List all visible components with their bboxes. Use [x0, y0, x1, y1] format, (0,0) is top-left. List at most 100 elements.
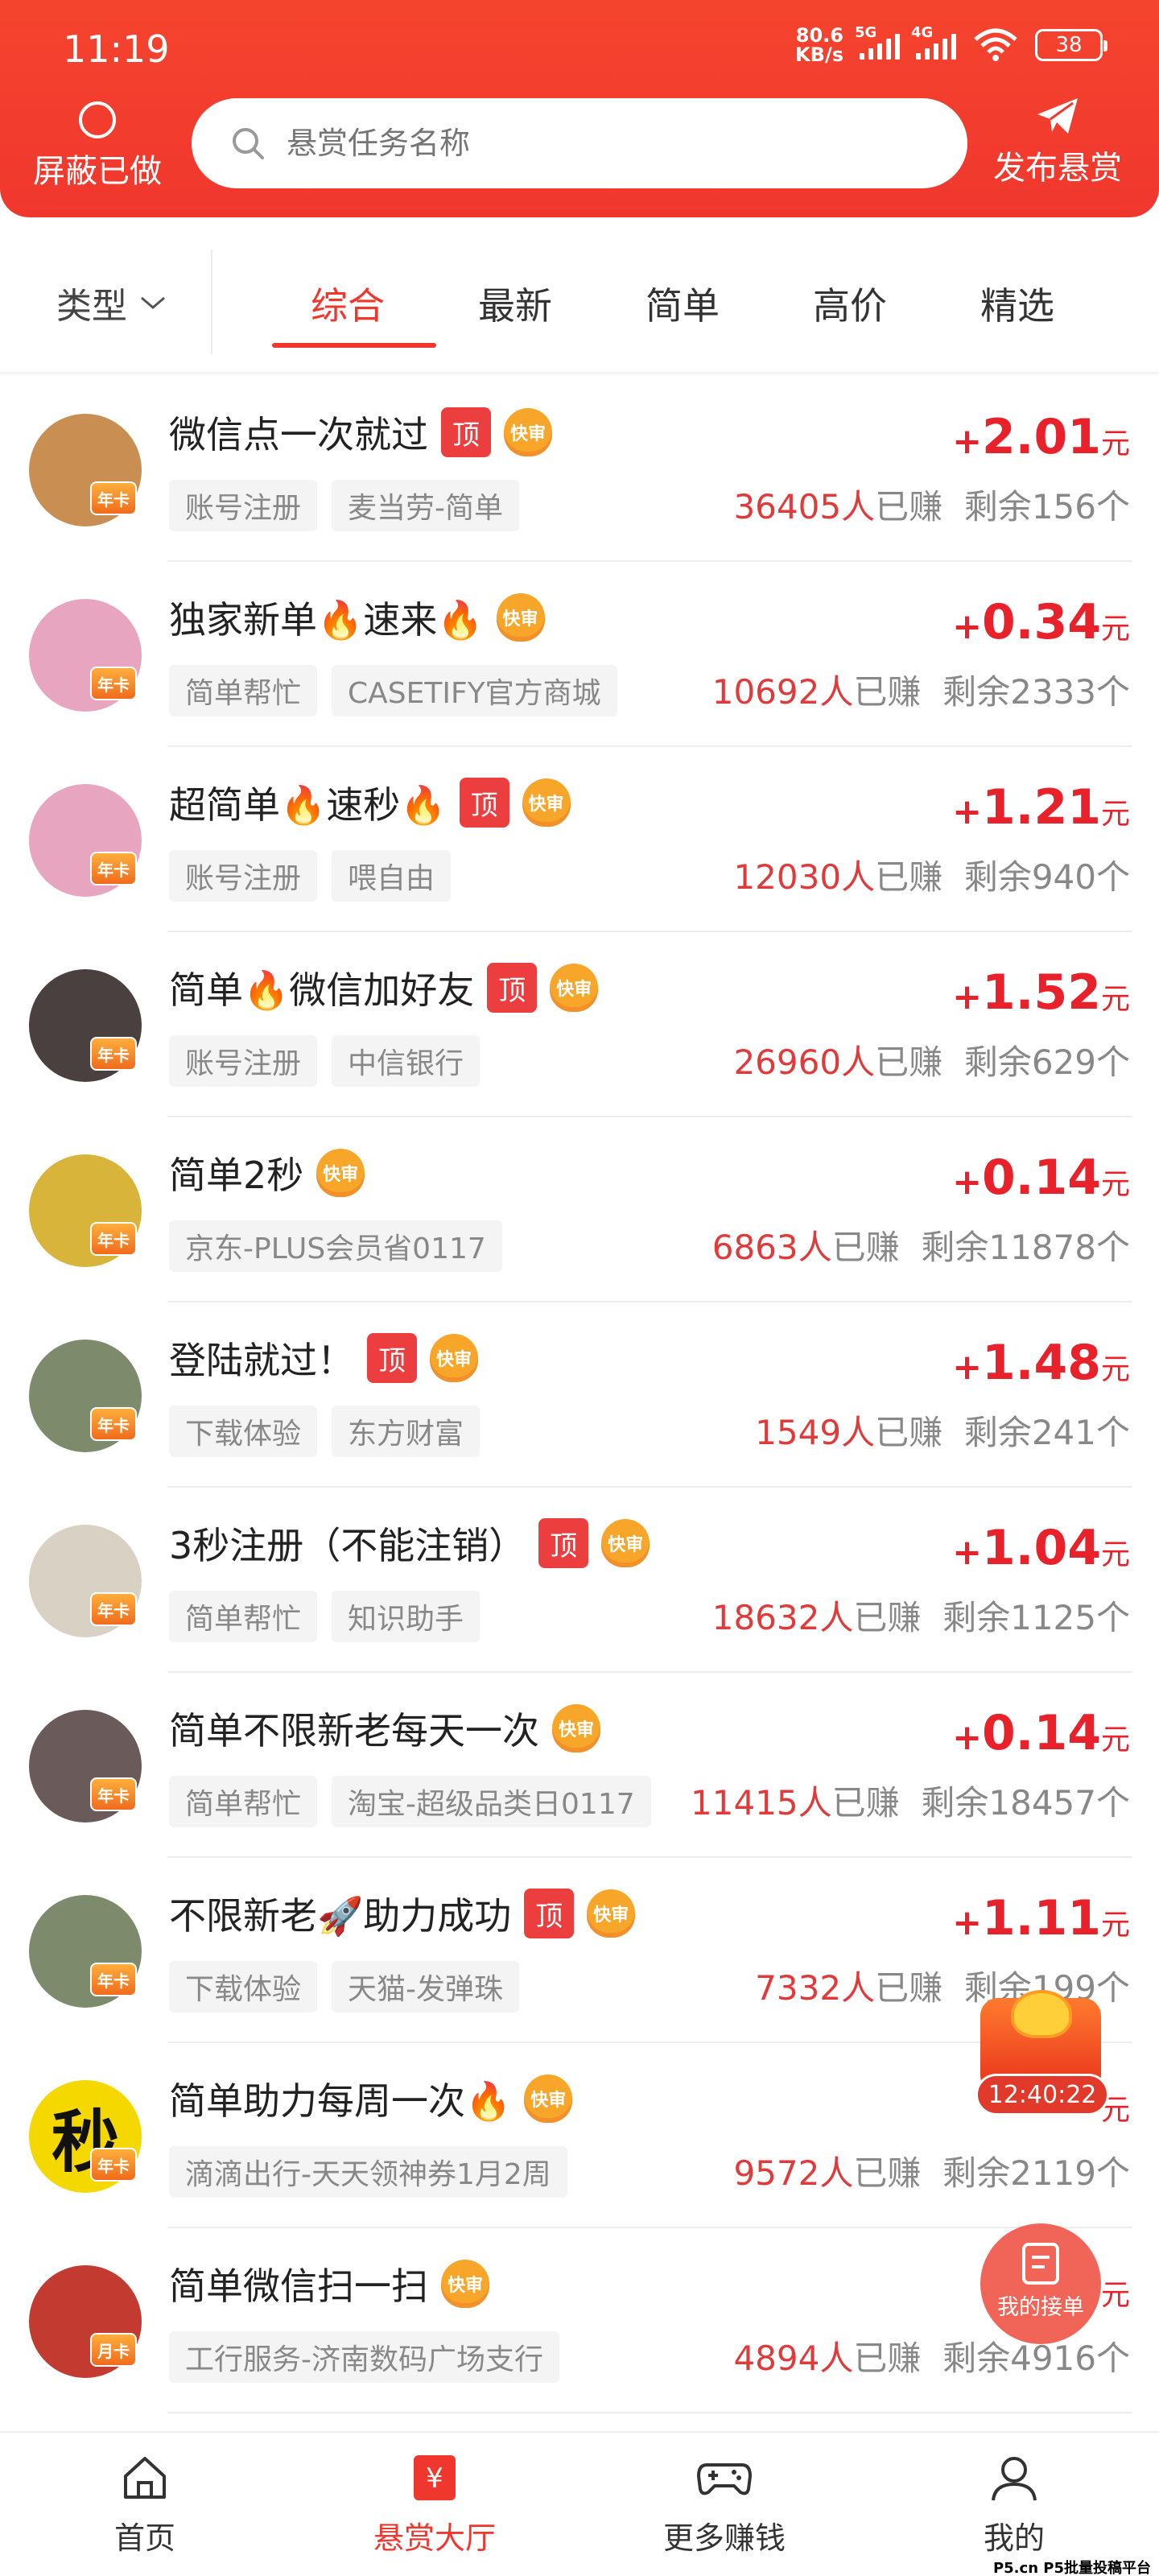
- search-icon: [233, 128, 264, 159]
- fast-review-badge: 快审: [316, 1149, 365, 1197]
- remaining-count: 2119: [1010, 2153, 1096, 2193]
- task-row[interactable]: 年卡 简单2秒 快审 京东-PLUS会员省0117 +0.14元 6863人已赚 剩余11…: [0, 1117, 1159, 1302]
- home-icon: [124, 2457, 166, 2499]
- remaining-count: 18457: [988, 1783, 1096, 1823]
- remaining-count: 156: [1031, 487, 1096, 526]
- task-row[interactable]: 年卡 微信点一次就过顶快审 账号注册 麦当劳-简单 +2.01元 36405人已赚 剩余1…: [0, 377, 1159, 562]
- status-bar: 11:19 80.6 KB/s 5G 4G 38: [0, 0, 1159, 97]
- signal-5g-icon: 5G: [855, 24, 900, 60]
- nav-reward-hall[interactable]: ¥ 悬赏大厅: [290, 2433, 580, 2576]
- filter-bar: 类型 综合 最新 简单 高价 精选: [0, 242, 1159, 362]
- task-row[interactable]: 年卡 简单不限新老每天一次 快审 简单帮忙 淘宝-超级品类日0117 +0.14元 1141…: [0, 1673, 1159, 1858]
- red-envelope-widget[interactable]: 12:40:22: [975, 1990, 1109, 2128]
- bottom-nav: 首页 ¥ 悬赏大厅 更多赚钱 我的: [0, 2431, 1159, 2576]
- member-card-badge: 年卡: [90, 1222, 137, 1256]
- task-tags: 账号注册 麦当劳-简单: [169, 480, 520, 531]
- task-row[interactable]: 年卡 独家新单🔥速来🔥 快审 简单帮忙 CASETIFY官方商城 +0.34元 10692人…: [0, 562, 1159, 747]
- tab-comprehensive[interactable]: 综合: [266, 277, 436, 348]
- task-row[interactable]: 年卡 超简单🔥速秒🔥 顶快审 账号注册 喂自由 +1.21元 12030人已赚 剩余940个: [0, 747, 1159, 932]
- reward-price: +1.52元: [952, 964, 1130, 1021]
- fast-review-badge: 快审: [552, 1704, 600, 1752]
- task-title: 简单助力每周一次🔥: [169, 2079, 512, 2123]
- task-stats: 9572人已赚 剩余2119个: [733, 2153, 1130, 2193]
- task-tags: 滴滴出行-天天领神券1月2周: [169, 2146, 567, 2198]
- task-stats: 26960人已赚 剩余629个: [733, 1042, 1130, 1082]
- top-badge: 顶: [538, 1518, 589, 1568]
- paper-plane-icon: [1037, 98, 1078, 134]
- task-tags: 工行服务-济南数码广场支行: [169, 2331, 559, 2383]
- fast-review-badge: 快审: [601, 1519, 650, 1567]
- countdown-timer: 12:40:22: [975, 2074, 1109, 2116]
- top-badge: 顶: [441, 407, 491, 457]
- task-tag: 东方财富: [332, 1406, 481, 1457]
- earned-count: 18632: [711, 1598, 820, 1637]
- nav-more-earn[interactable]: 更多赚钱: [580, 2433, 869, 2576]
- search-input[interactable]: [287, 126, 850, 161]
- task-title-row: 微信点一次就过顶快审: [169, 406, 552, 459]
- tab-simple[interactable]: 简单: [600, 277, 768, 330]
- task-stats: 12030人已赚 剩余940个: [733, 857, 1130, 897]
- member-card-badge: 年卡: [90, 667, 137, 700]
- radio-circle-icon: [79, 101, 116, 138]
- publish-reward-button[interactable]: 发布悬赏: [985, 97, 1130, 188]
- fast-review-badge: 快审: [524, 2074, 573, 2123]
- tab-high-price[interactable]: 高价: [768, 277, 935, 330]
- task-tag: 简单帮忙: [169, 1776, 318, 1827]
- task-title-row: 独家新单🔥速来🔥 快审: [169, 591, 545, 644]
- task-tag: 账号注册: [169, 850, 318, 902]
- reward-price: +0.14元: [952, 1705, 1130, 1761]
- task-tags: 京东-PLUS会员省0117: [169, 1220, 502, 1272]
- task-tag: 知识助手: [332, 1591, 481, 1642]
- task-row[interactable]: 年卡 3秒注册（不能注销） 顶快审 简单帮忙 知识助手 +1.04元 18632人已赚 剩余…: [0, 1488, 1159, 1673]
- status-time: 11:19: [63, 27, 170, 71]
- remaining-count: 2333: [1010, 672, 1096, 712]
- task-tags: 简单帮忙 知识助手: [169, 1591, 481, 1642]
- tab-featured[interactable]: 精选: [935, 277, 1103, 330]
- task-tags: 简单帮忙 淘宝-超级品类日0117: [169, 1776, 651, 1827]
- net-speed: 80.6 KB/s: [795, 24, 843, 66]
- top-badge: 顶: [367, 1333, 417, 1383]
- chevron-down-icon: [141, 296, 165, 309]
- top-badge: 顶: [487, 963, 538, 1013]
- task-row[interactable]: 年卡 登陆就过！ 顶快审 下载体验 东方财富 +1.48元 1549人已赚 剩余241个: [0, 1302, 1159, 1488]
- earned-count: 11415: [691, 1783, 798, 1823]
- task-stats: 1549人已赚 剩余241个: [755, 1413, 1130, 1452]
- task-row[interactable]: 月卡 简单微信扫一扫 快审 工行服务-济南数码广场支行 元 4894人已赚 剩余4916个: [0, 2228, 1159, 2413]
- task-title: 3秒注册（不能注销）: [169, 1524, 526, 1567]
- top-badge: 顶: [459, 778, 509, 828]
- member-card-badge: 年卡: [90, 2148, 137, 2182]
- task-title: 独家新单🔥速来🔥: [169, 598, 484, 642]
- reward-price: 元: [1100, 2279, 1130, 2312]
- task-tag: 天猫-发弹珠: [332, 1961, 520, 2013]
- nav-home[interactable]: 首页: [0, 2433, 290, 2576]
- user-icon: [992, 2457, 1037, 2501]
- gamepad-icon: [697, 2463, 752, 2496]
- fast-review-badge: 快审: [522, 778, 571, 827]
- nav-mine[interactable]: 我的: [869, 2433, 1159, 2576]
- task-tag: 喂自由: [332, 850, 452, 902]
- fast-review-badge: 快审: [587, 1889, 636, 1938]
- remaining-count: 1125: [1010, 1598, 1096, 1637]
- reward-price: +1.11元: [952, 1890, 1130, 1946]
- reward-price: +1.04元: [952, 1520, 1130, 1576]
- hide-done-toggle[interactable]: 屏蔽已做: [29, 101, 166, 192]
- remaining-count: 940: [1031, 857, 1096, 897]
- task-tag: 账号注册: [169, 1035, 318, 1087]
- top-badge: 顶: [524, 1889, 575, 1938]
- task-tag: 下载体验: [169, 1406, 318, 1457]
- my-orders-button[interactable]: 我的接单: [980, 2223, 1101, 2344]
- task-row[interactable]: 年卡 简单🔥微信加好友顶快审 账号注册 中信银行 +1.52元 26960人已赚 剩余62…: [0, 932, 1159, 1117]
- earned-count: 1549: [755, 1413, 842, 1452]
- member-card-badge: 年卡: [90, 1407, 137, 1441]
- task-title: 简单微信扫一扫: [169, 2264, 428, 2308]
- task-tags: 下载体验 东方财富: [169, 1406, 481, 1457]
- type-dropdown[interactable]: 类型: [56, 277, 167, 328]
- member-card-badge: 年卡: [90, 1963, 137, 1996]
- search-box[interactable]: [192, 98, 967, 188]
- tab-latest[interactable]: 最新: [433, 277, 600, 330]
- reward-price: +1.48元: [952, 1335, 1130, 1391]
- task-tags: 账号注册 中信银行: [169, 1035, 481, 1087]
- app-header: 11:19 80.6 KB/s 5G 4G 38 屏蔽已做 悬赏任务名称 发布悬…: [0, 0, 1159, 217]
- fast-review-badge: 快审: [550, 964, 599, 1012]
- signal-4g-icon: 4G: [911, 24, 956, 60]
